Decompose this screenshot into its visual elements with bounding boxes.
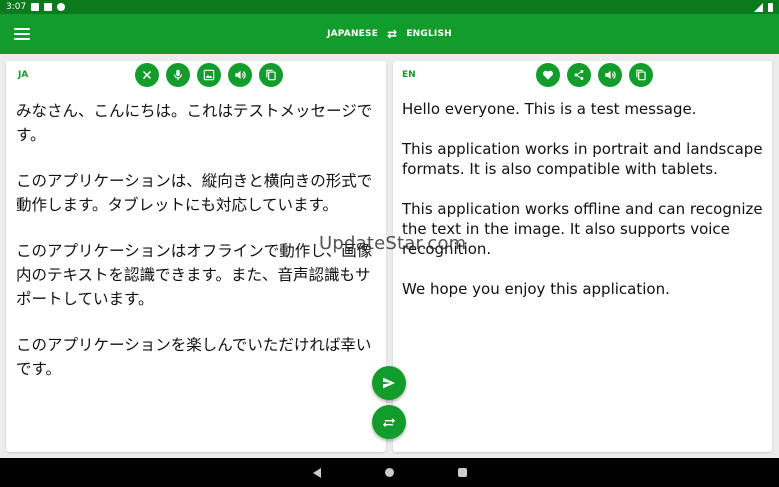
speak-source-button[interactable] [228,63,252,87]
target-panel: EN Hello everyone. This is a test messag… [393,61,772,452]
clear-icon [142,70,152,80]
microphone-button[interactable] [166,63,190,87]
share-icon [574,70,584,80]
watermark: UpdateStar.com [319,233,467,254]
notification-icon [31,3,40,11]
sd-card-icon [44,3,53,11]
app-bar: JAPANESE ⇄ ENGLISH [0,14,779,54]
target-language-button[interactable]: ENGLISH [406,29,452,39]
share-button[interactable] [567,63,591,87]
battery-icon [768,2,773,12]
language-selector: JAPANESE ⇄ ENGLISH [0,14,779,54]
navigation-bar [0,458,779,487]
copy-icon [266,69,276,81]
microphone-icon [173,69,183,81]
swap-icon [383,418,395,428]
signal-icon [754,2,763,12]
status-time: 3:07 [6,2,27,12]
heart-icon [543,70,553,80]
source-actions [135,63,283,87]
swap-text-button[interactable] [372,405,406,439]
image-button[interactable] [197,63,221,87]
source-paragraph: このアプリケーションは、縦向きと横向きの形式で動作します。タブレットにも対応して… [16,172,373,214]
clear-button[interactable] [135,63,159,87]
source-panel: JA みなさん、こんにちは。これはテストメッセージです。 このアプリケーションは… [6,61,386,452]
translate-button[interactable] [372,366,406,400]
favorite-button[interactable] [536,63,560,87]
sync-icon [57,3,66,11]
home-icon[interactable] [384,468,394,477]
recent-apps-icon[interactable] [457,468,467,477]
copy-target-button[interactable] [629,63,653,87]
swap-languages-icon[interactable]: ⇄ [387,27,397,41]
speaker-icon [605,70,616,80]
send-icon [383,377,395,389]
target-panel-header: EN [393,61,772,89]
target-paragraph: This application works in portrait and l… [402,140,763,178]
target-language-code: EN [402,70,416,80]
speak-target-button[interactable] [598,63,622,87]
copy-icon [636,69,646,81]
speaker-icon [235,70,246,80]
source-language-button[interactable]: JAPANESE [327,29,378,39]
source-paragraph: みなさん、こんにちは。これはテストメッセージです。 [16,102,373,144]
source-paragraph: このアプリケーションを楽しんでいただければ幸いです。 [16,336,372,378]
target-text-area[interactable]: Hello everyone. This is a test message. … [402,99,764,319]
target-paragraph: Hello everyone. This is a test message. [402,100,697,118]
target-actions [536,63,653,87]
image-icon [203,69,215,81]
target-paragraph: We hope you enjoy this application. [402,280,670,298]
copy-source-button[interactable] [259,63,283,87]
source-language-code: JA [18,70,29,80]
back-icon[interactable] [312,467,321,478]
status-bar: 3:07 [0,0,779,14]
source-panel-header: JA [6,61,386,89]
